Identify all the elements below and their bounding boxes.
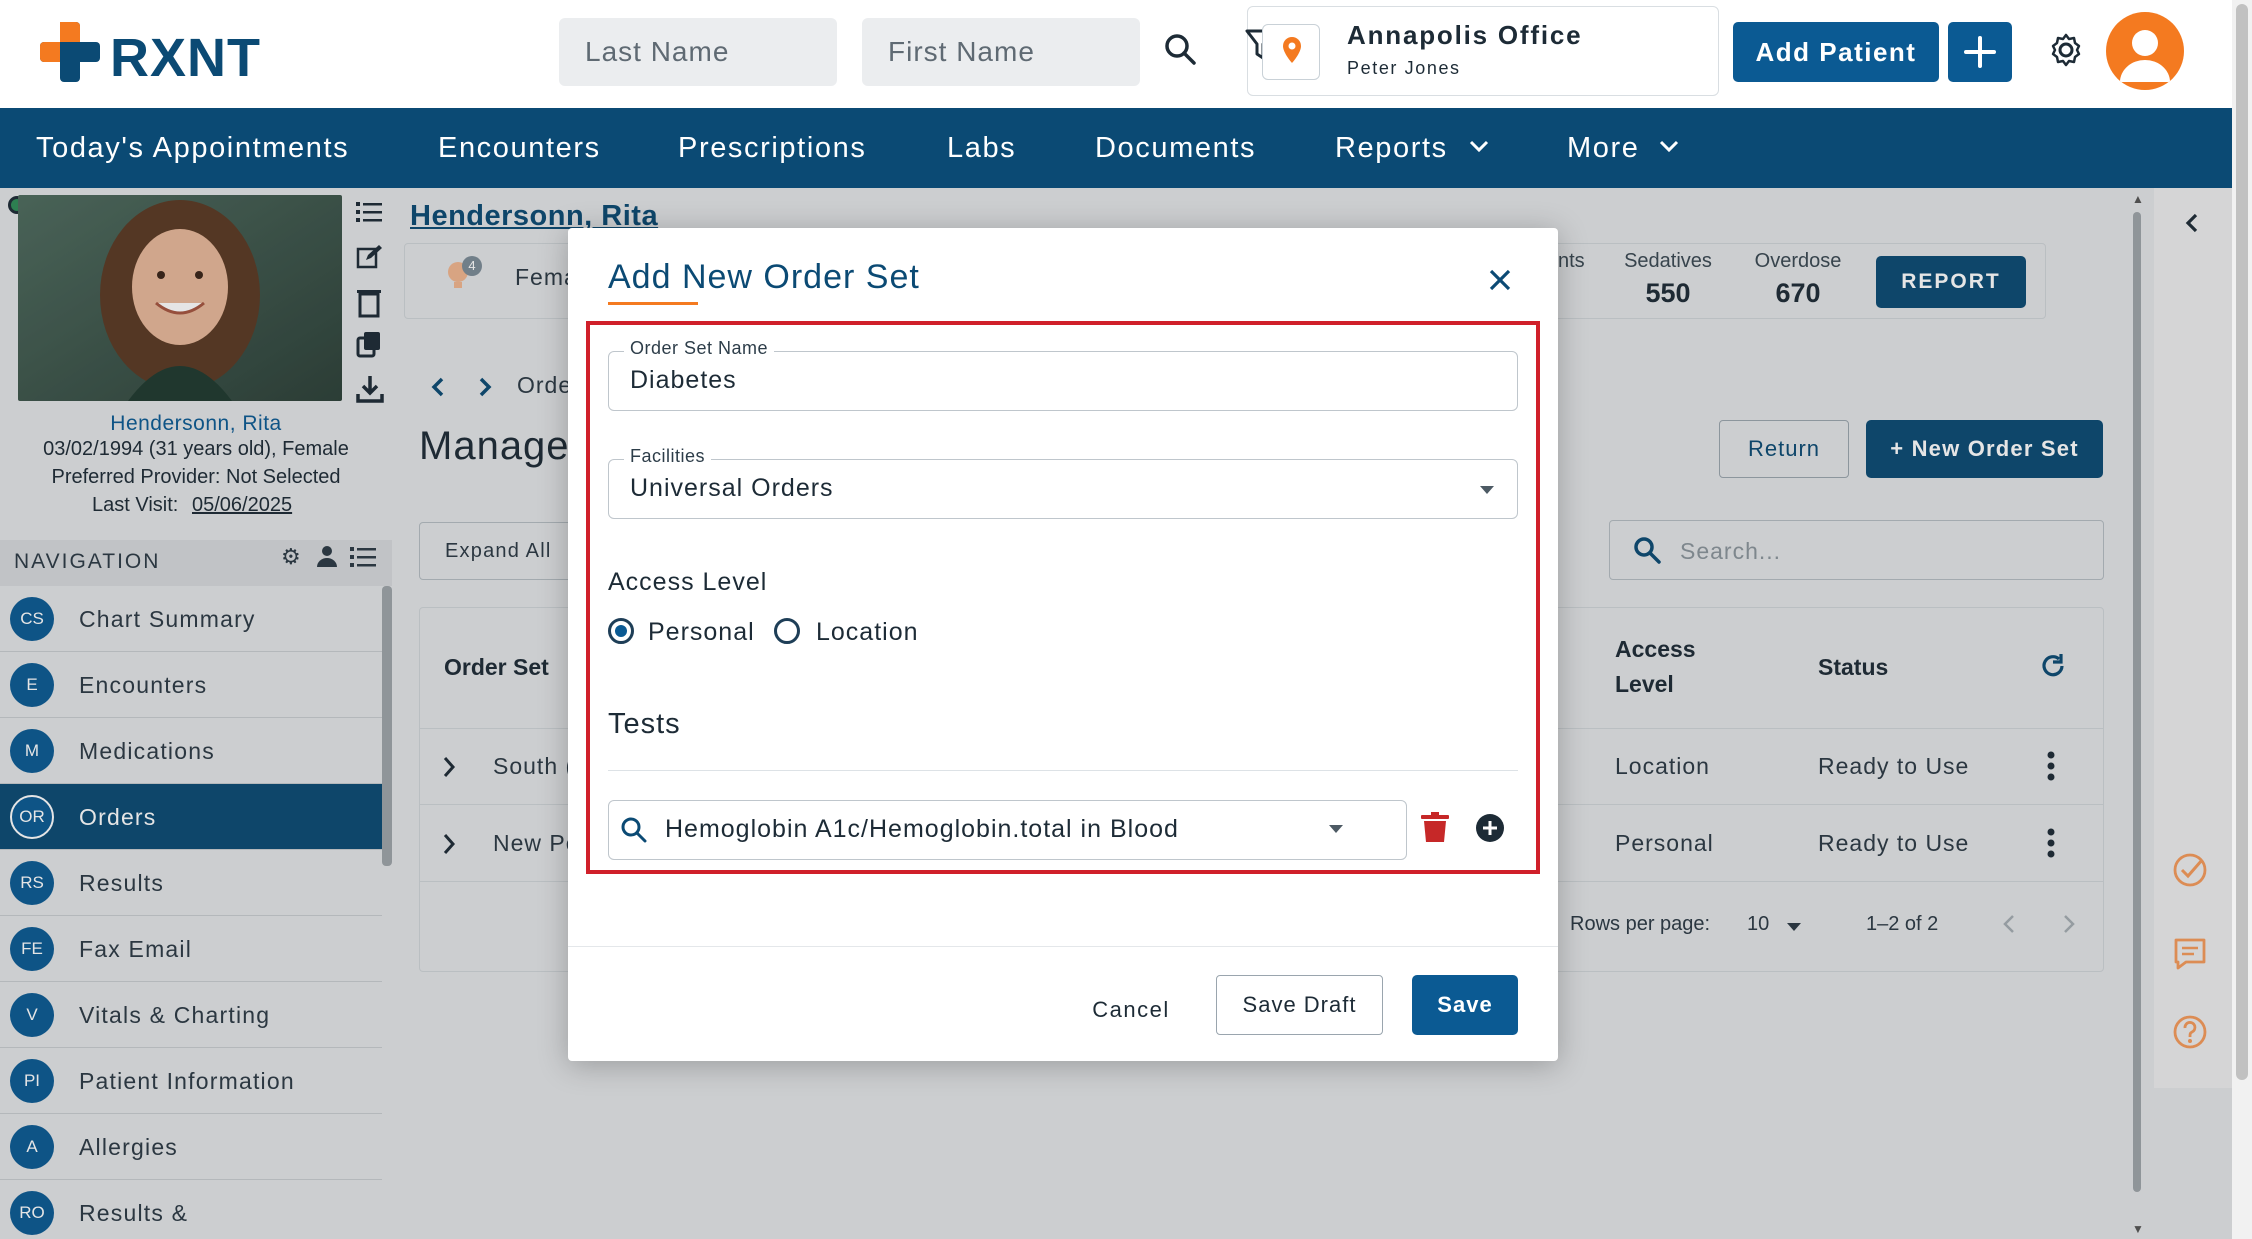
last-name-input[interactable]: Last Name [559,18,837,86]
location-name: Annapolis Office [1347,20,1583,50]
cancel-button[interactable]: Cancel [1056,980,1206,1040]
more-chevron-down-icon[interactable] [1658,138,1680,154]
quick-add-button[interactable] [1948,22,2012,82]
rxnt-logo-icon [40,22,100,82]
settings-gear-icon[interactable] [2048,32,2084,68]
search-icon[interactable] [1163,32,1197,66]
plus-icon [1964,36,1996,68]
title-underline [608,302,698,305]
test-search-icon [620,816,648,844]
user-avatar[interactable] [2106,12,2184,90]
order-set-name-field[interactable] [608,351,1518,411]
footer-divider [568,946,1558,947]
add-patient-button[interactable]: Add Patient [1733,22,1939,82]
nav-reports[interactable]: Reports [1335,108,1448,188]
tests-divider [608,770,1518,771]
nav-prescriptions[interactable]: Prescriptions [678,108,866,188]
access-location-radio[interactable] [774,618,800,644]
delete-test-trash-icon[interactable] [1421,812,1449,844]
add-order-set-modal: Add New Order Set Order Set Name Diabete… [568,228,1558,1061]
nav-more[interactable]: More [1567,108,1639,188]
access-location-label[interactable]: Location [816,618,919,647]
save-button[interactable]: Save [1412,975,1518,1035]
location-user: Peter Jones [1347,58,1461,78]
location-pin-icon [1262,24,1320,80]
app-root: { "header": { "logo_text": "RXNT", "last… [0,0,2252,1239]
tests-label: Tests [608,708,681,740]
facilities-value: Universal Orders [630,474,834,502]
logo-text: RXNT [110,28,261,88]
user-avatar-icon [2120,30,2170,82]
close-icon[interactable] [1488,268,1512,292]
test-value: Hemoglobin A1c/Hemoglobin.total in Blood [665,815,1179,843]
nav-labs[interactable]: Labs [947,108,1016,188]
order-set-name-label: Order Set Name [624,338,775,359]
modal-title: Add New Order Set [608,258,920,296]
facilities-label: Facilities [624,446,712,467]
save-draft-button[interactable]: Save Draft [1216,975,1383,1035]
access-level-label: Access Level [608,568,768,596]
add-test-plus-icon[interactable] [1475,813,1505,843]
order-set-name-value[interactable]: Diabetes [630,366,737,395]
first-name-input[interactable]: First Name [862,18,1140,86]
access-personal-label[interactable]: Personal [648,618,755,647]
nav-documents[interactable]: Documents [1095,108,1256,188]
access-personal-radio[interactable] [608,618,634,644]
test-dropdown-arrow-icon[interactable] [1328,824,1344,834]
nav-todays-appointments[interactable]: Today's Appointments [36,108,349,188]
facilities-dropdown-arrow-icon[interactable] [1479,485,1495,495]
reports-chevron-down-icon[interactable] [1468,138,1490,154]
nav-encounters[interactable]: Encounters [438,108,601,188]
window-scrollbar[interactable] [2236,4,2248,1080]
